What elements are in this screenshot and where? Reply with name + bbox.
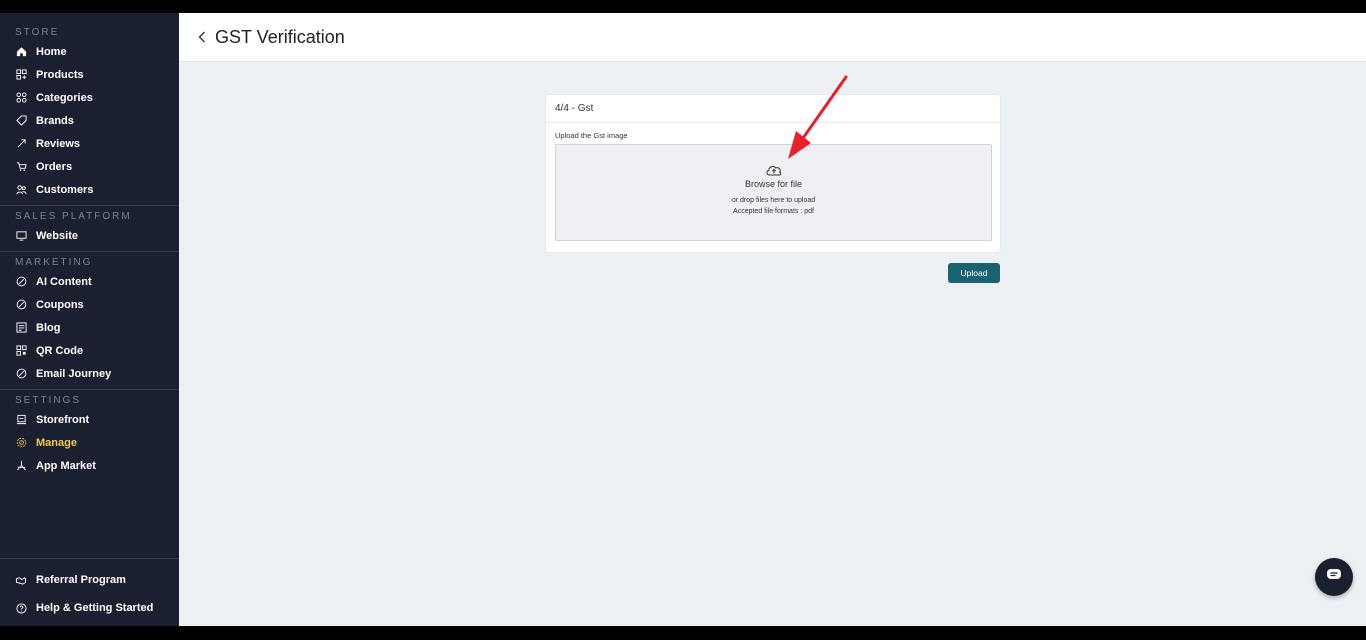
sidebar-item-brands[interactable]: Brands: [0, 109, 179, 132]
sidebar-item-coupons[interactable]: Coupons: [0, 293, 179, 316]
sidebar-item-website[interactable]: Website: [0, 224, 179, 247]
cloud-upload-icon: [765, 163, 783, 177]
sidebar-item-label: Products: [36, 68, 84, 81]
sidebar-item-label: Website: [36, 229, 78, 242]
sidebar-divider: [0, 389, 179, 390]
page-title: GST Verification: [215, 26, 345, 47]
sidebar-item-reviews[interactable]: Reviews: [0, 132, 179, 155]
sidebar-item-label: Customers: [36, 183, 94, 196]
section-title-sales-platform: SALES PLATFORM: [15, 211, 132, 222]
sidebar-item-label: Categories: [36, 91, 93, 104]
gear-icon: [15, 437, 27, 449]
storefront-icon: [15, 414, 27, 426]
sidebar-item-app-market[interactable]: App Market: [0, 454, 179, 477]
browse-for-file-link[interactable]: Browse for file: [556, 179, 991, 189]
sidebar-item-products[interactable]: Products: [0, 63, 179, 86]
back-chevron-icon[interactable]: [195, 30, 209, 44]
categories-icon: [15, 92, 27, 104]
sidebar-item-manage[interactable]: Manage: [0, 431, 179, 454]
blog-icon: [15, 322, 27, 334]
reviews-icon: [15, 138, 27, 150]
sidebar-item-label: Coupons: [36, 298, 84, 311]
sidebar-item-label: Help & Getting Started: [36, 602, 154, 614]
file-dropzone[interactable]: Browse for file or drop files here to up…: [555, 144, 992, 241]
handshake-icon: [15, 574, 27, 586]
customers-icon: [15, 184, 27, 196]
sidebar-item-categories[interactable]: Categories: [0, 86, 179, 109]
sidebar-item-label: Storefront: [36, 413, 90, 426]
sidebar-item-label: Reviews: [36, 137, 81, 150]
sidebar-item-blog[interactable]: Blog: [0, 316, 179, 339]
sidebar-item-label: Blog: [36, 321, 61, 334]
sidebar-item-label: AI Content: [36, 275, 92, 288]
sidebar-item-help[interactable]: Help & Getting Started: [0, 594, 179, 622]
home-icon: [15, 46, 27, 58]
sidebar-item-label: Brands: [36, 114, 74, 127]
email-journey-icon: [15, 368, 27, 380]
sidebar-divider: [0, 251, 179, 252]
app-market-icon: [15, 460, 27, 472]
help-icon: [15, 602, 27, 614]
sidebar-item-label: Email Journey: [36, 367, 112, 380]
section-title-marketing: MARKETING: [15, 257, 93, 268]
sidebar-item-label: Home: [36, 45, 67, 58]
cart-icon: [15, 161, 27, 173]
sidebar-item-qr-code[interactable]: QR Code: [0, 339, 179, 362]
page-header: GST Verification: [179, 13, 1366, 62]
sidebar-item-email-journey[interactable]: Email Journey: [0, 362, 179, 385]
drop-hint-text: or drop files here to upload: [731, 197, 816, 204]
sidebar-bottom: Referral Program Help & Getting Started: [0, 558, 179, 626]
qr-code-icon: [15, 345, 27, 357]
accepted-formats-text: Accepted file formats : pdf: [733, 208, 814, 215]
sidebar-item-label: QR Code: [36, 344, 84, 357]
chat-widget-button[interactable]: [1315, 558, 1353, 596]
section-title-store: STORE: [15, 27, 60, 38]
products-icon: [15, 69, 27, 81]
coupon-icon: [15, 299, 27, 311]
gst-upload-card: 4/4 - Gst Upload the Gst image Browse fo…: [545, 94, 1001, 253]
section-title-settings: SETTINGS: [15, 395, 82, 406]
sidebar-item-label: Manage: [36, 436, 77, 449]
tag-icon: [15, 115, 27, 127]
ai-content-icon: [15, 276, 27, 288]
sidebar-item-referral-program[interactable]: Referral Program: [0, 566, 179, 594]
sidebar-item-home[interactable]: Home: [0, 40, 179, 63]
sidebar-item-orders[interactable]: Orders: [0, 155, 179, 178]
sidebar-item-customers[interactable]: Customers: [0, 178, 179, 201]
sidebar-item-ai-content[interactable]: AI Content: [0, 270, 179, 293]
sidebar-item-label: Referral Program: [36, 574, 126, 586]
chat-icon: [1326, 568, 1342, 586]
main-content: GST Verification 4/4 - Gst Upload the Gs…: [179, 13, 1366, 626]
step-indicator: 4/4 - Gst: [546, 95, 1000, 123]
sidebar-item-storefront[interactable]: Storefront: [0, 408, 179, 431]
sidebar-divider: [0, 205, 179, 206]
monitor-icon: [15, 230, 27, 242]
sidebar: STORE Home Products Categories Brands Re…: [0, 13, 179, 626]
sidebar-item-label: App Market: [36, 459, 96, 472]
upload-label: Upload the Gst image: [555, 131, 628, 140]
sidebar-item-label: Orders: [36, 160, 73, 173]
upload-button[interactable]: Upload: [948, 263, 1000, 283]
app-frame: STORE Home Products Categories Brands Re…: [0, 13, 1366, 626]
